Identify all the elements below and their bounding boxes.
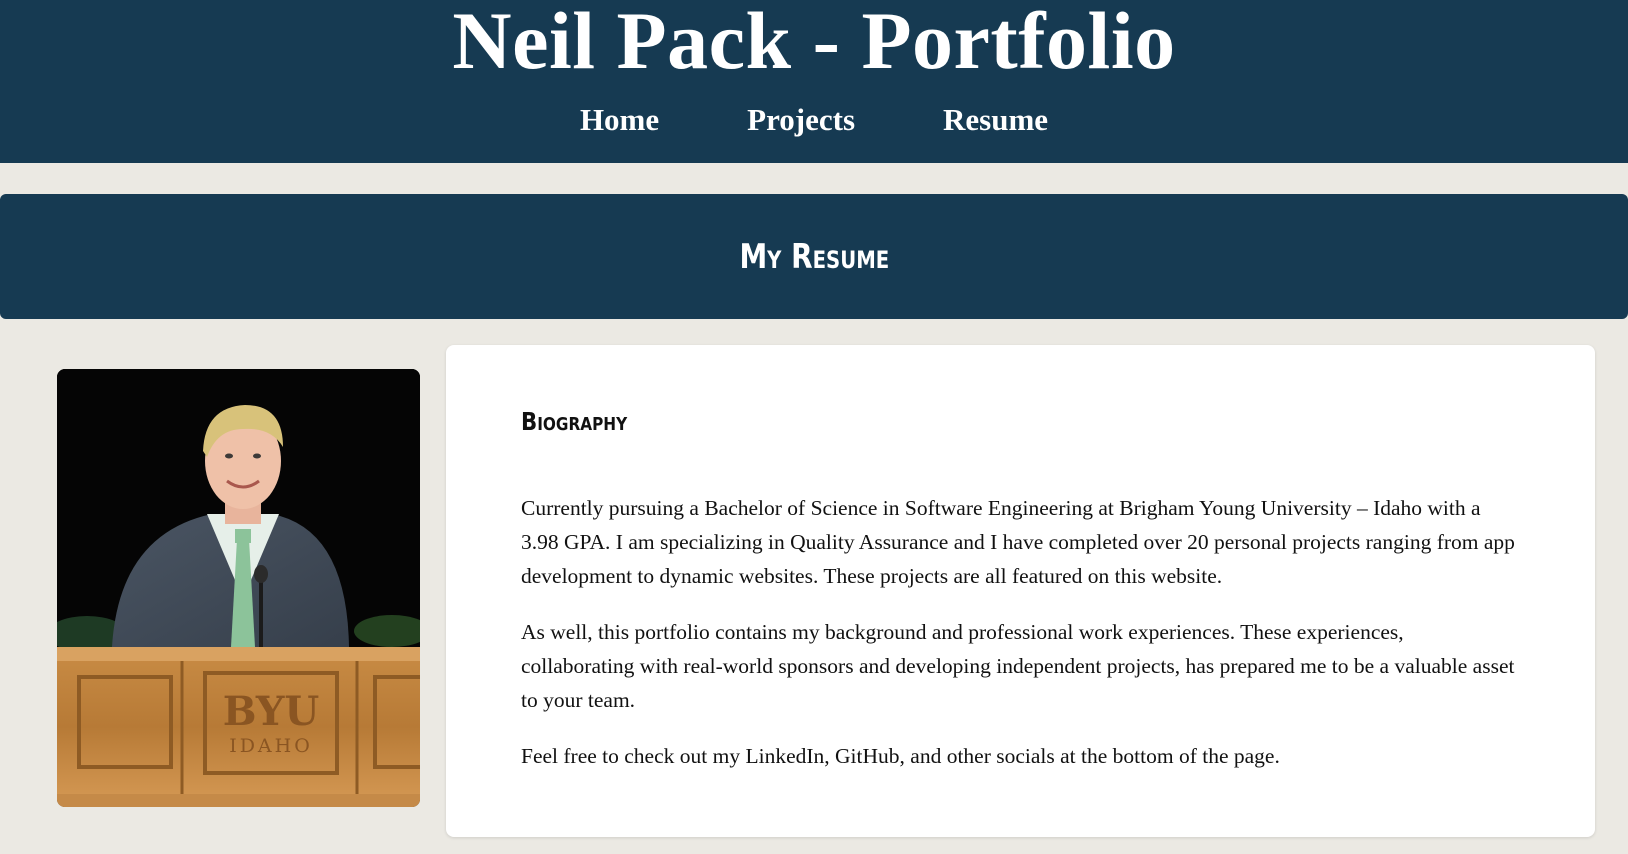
site-header: Neil Pack - Portfolio Home Projects Resu…: [0, 0, 1628, 163]
biography-paragraph: Currently pursuing a Bachelor of Science…: [521, 496, 1515, 588]
page-title: My Resume: [739, 236, 889, 277]
nav-resume-link[interactable]: Resume: [943, 100, 1048, 140]
profile-photo-image: BYU IDAHO: [57, 369, 420, 807]
site-title: Neil Pack - Portfolio: [452, 0, 1176, 86]
main-nav: Home Projects Resume: [0, 100, 1628, 140]
nav-projects-link[interactable]: Projects: [747, 100, 855, 140]
biography-paragraph: As well, this portfolio contains my back…: [521, 620, 1515, 712]
podium-logo-text: BYU: [223, 688, 320, 735]
resume-banner: My Resume: [0, 194, 1628, 319]
biography-text: Currently pursuing a Bachelor of Science…: [521, 491, 1521, 795]
biography-card: Biography Currently pursuing a Bachelor …: [446, 345, 1595, 837]
biography-paragraph: Feel free to check out my LinkedIn, GitH…: [521, 744, 1280, 768]
podium-logo-subtext: IDAHO: [229, 735, 313, 757]
profile-photo: BYU IDAHO: [57, 369, 420, 807]
biography-heading: Biography: [521, 407, 628, 436]
nav-home-link[interactable]: Home: [580, 100, 659, 140]
